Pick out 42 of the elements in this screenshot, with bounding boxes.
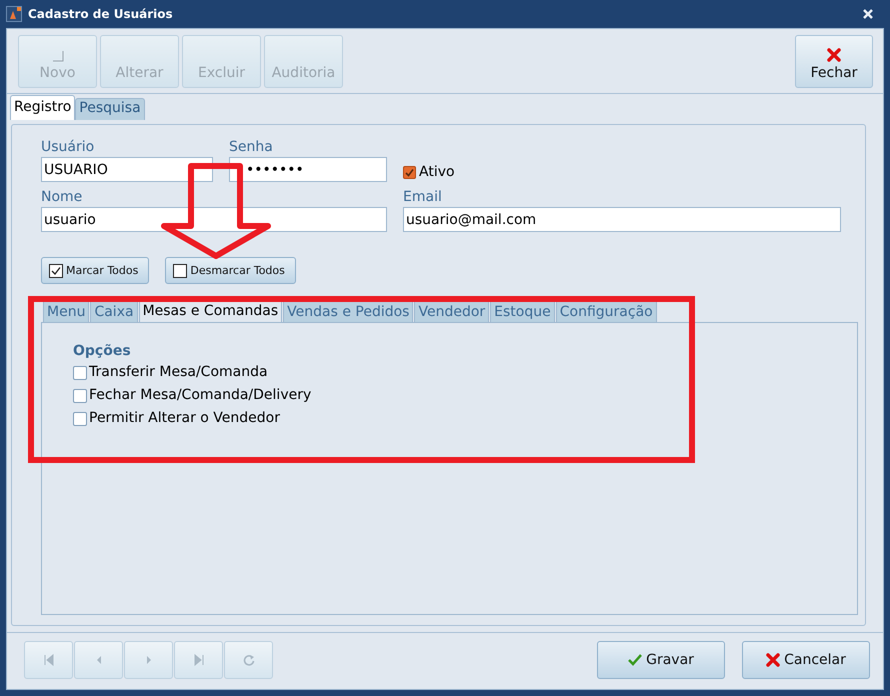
checkbox[interactable] xyxy=(73,388,87,402)
checkbox[interactable] xyxy=(403,166,416,179)
cross-icon xyxy=(827,48,841,62)
input-field[interactable]: usuario xyxy=(41,207,387,232)
checkbox-label: Fechar Mesa/Comanda/Delivery xyxy=(89,386,312,405)
corner-icon xyxy=(52,50,64,62)
input-field[interactable]: ••••••• xyxy=(229,157,387,182)
select-button[interactable]: Marcar Todos xyxy=(41,257,150,284)
select-button[interactable]: Desmarcar Todos xyxy=(165,257,296,284)
save-button[interactable]: Gravar xyxy=(597,641,725,679)
tab[interactable]: Vendedor xyxy=(414,301,490,322)
tab[interactable]: Registro xyxy=(10,95,76,120)
tab[interactable]: Configuração xyxy=(556,301,657,322)
field-label: Email xyxy=(403,188,443,207)
tab[interactable]: Pesquisa xyxy=(75,98,145,120)
empty-box-icon xyxy=(173,264,188,278)
cancel-button[interactable]: Cancelar xyxy=(742,641,870,679)
checkbox[interactable] xyxy=(73,366,87,380)
close-icon[interactable] xyxy=(862,8,874,20)
field-label: Nome xyxy=(41,188,84,207)
checkmark-icon xyxy=(628,654,642,666)
tab[interactable]: Caixa xyxy=(90,301,138,322)
app-icon xyxy=(6,6,22,22)
skip-first-icon xyxy=(42,654,54,666)
window-title: Cadastro de Usuários xyxy=(28,7,174,21)
checkbox[interactable] xyxy=(73,412,87,426)
input-field[interactable]: USUARIO xyxy=(41,157,213,182)
checked-box-icon xyxy=(49,264,63,278)
cross-icon xyxy=(766,653,780,667)
refresh-icon xyxy=(242,654,254,666)
tab[interactable]: Vendas e Pedidos xyxy=(283,301,414,322)
section-title: Opções xyxy=(73,343,132,359)
toolbar-button[interactable]: Fechar xyxy=(795,35,873,88)
checkbox-label: Permitir Alterar o Vendedor xyxy=(89,409,280,428)
skip-last-icon xyxy=(192,654,204,666)
tab[interactable]: Estoque xyxy=(490,301,555,322)
field-label: Usuário xyxy=(41,138,96,157)
checkbox-label: Transferir Mesa/Comanda xyxy=(89,363,268,382)
checkbox-label: Ativo xyxy=(419,163,455,182)
tab[interactable]: Menu xyxy=(43,301,90,322)
input-field[interactable]: usuario@mail.com xyxy=(403,207,841,232)
field-label: Senha xyxy=(229,138,274,157)
